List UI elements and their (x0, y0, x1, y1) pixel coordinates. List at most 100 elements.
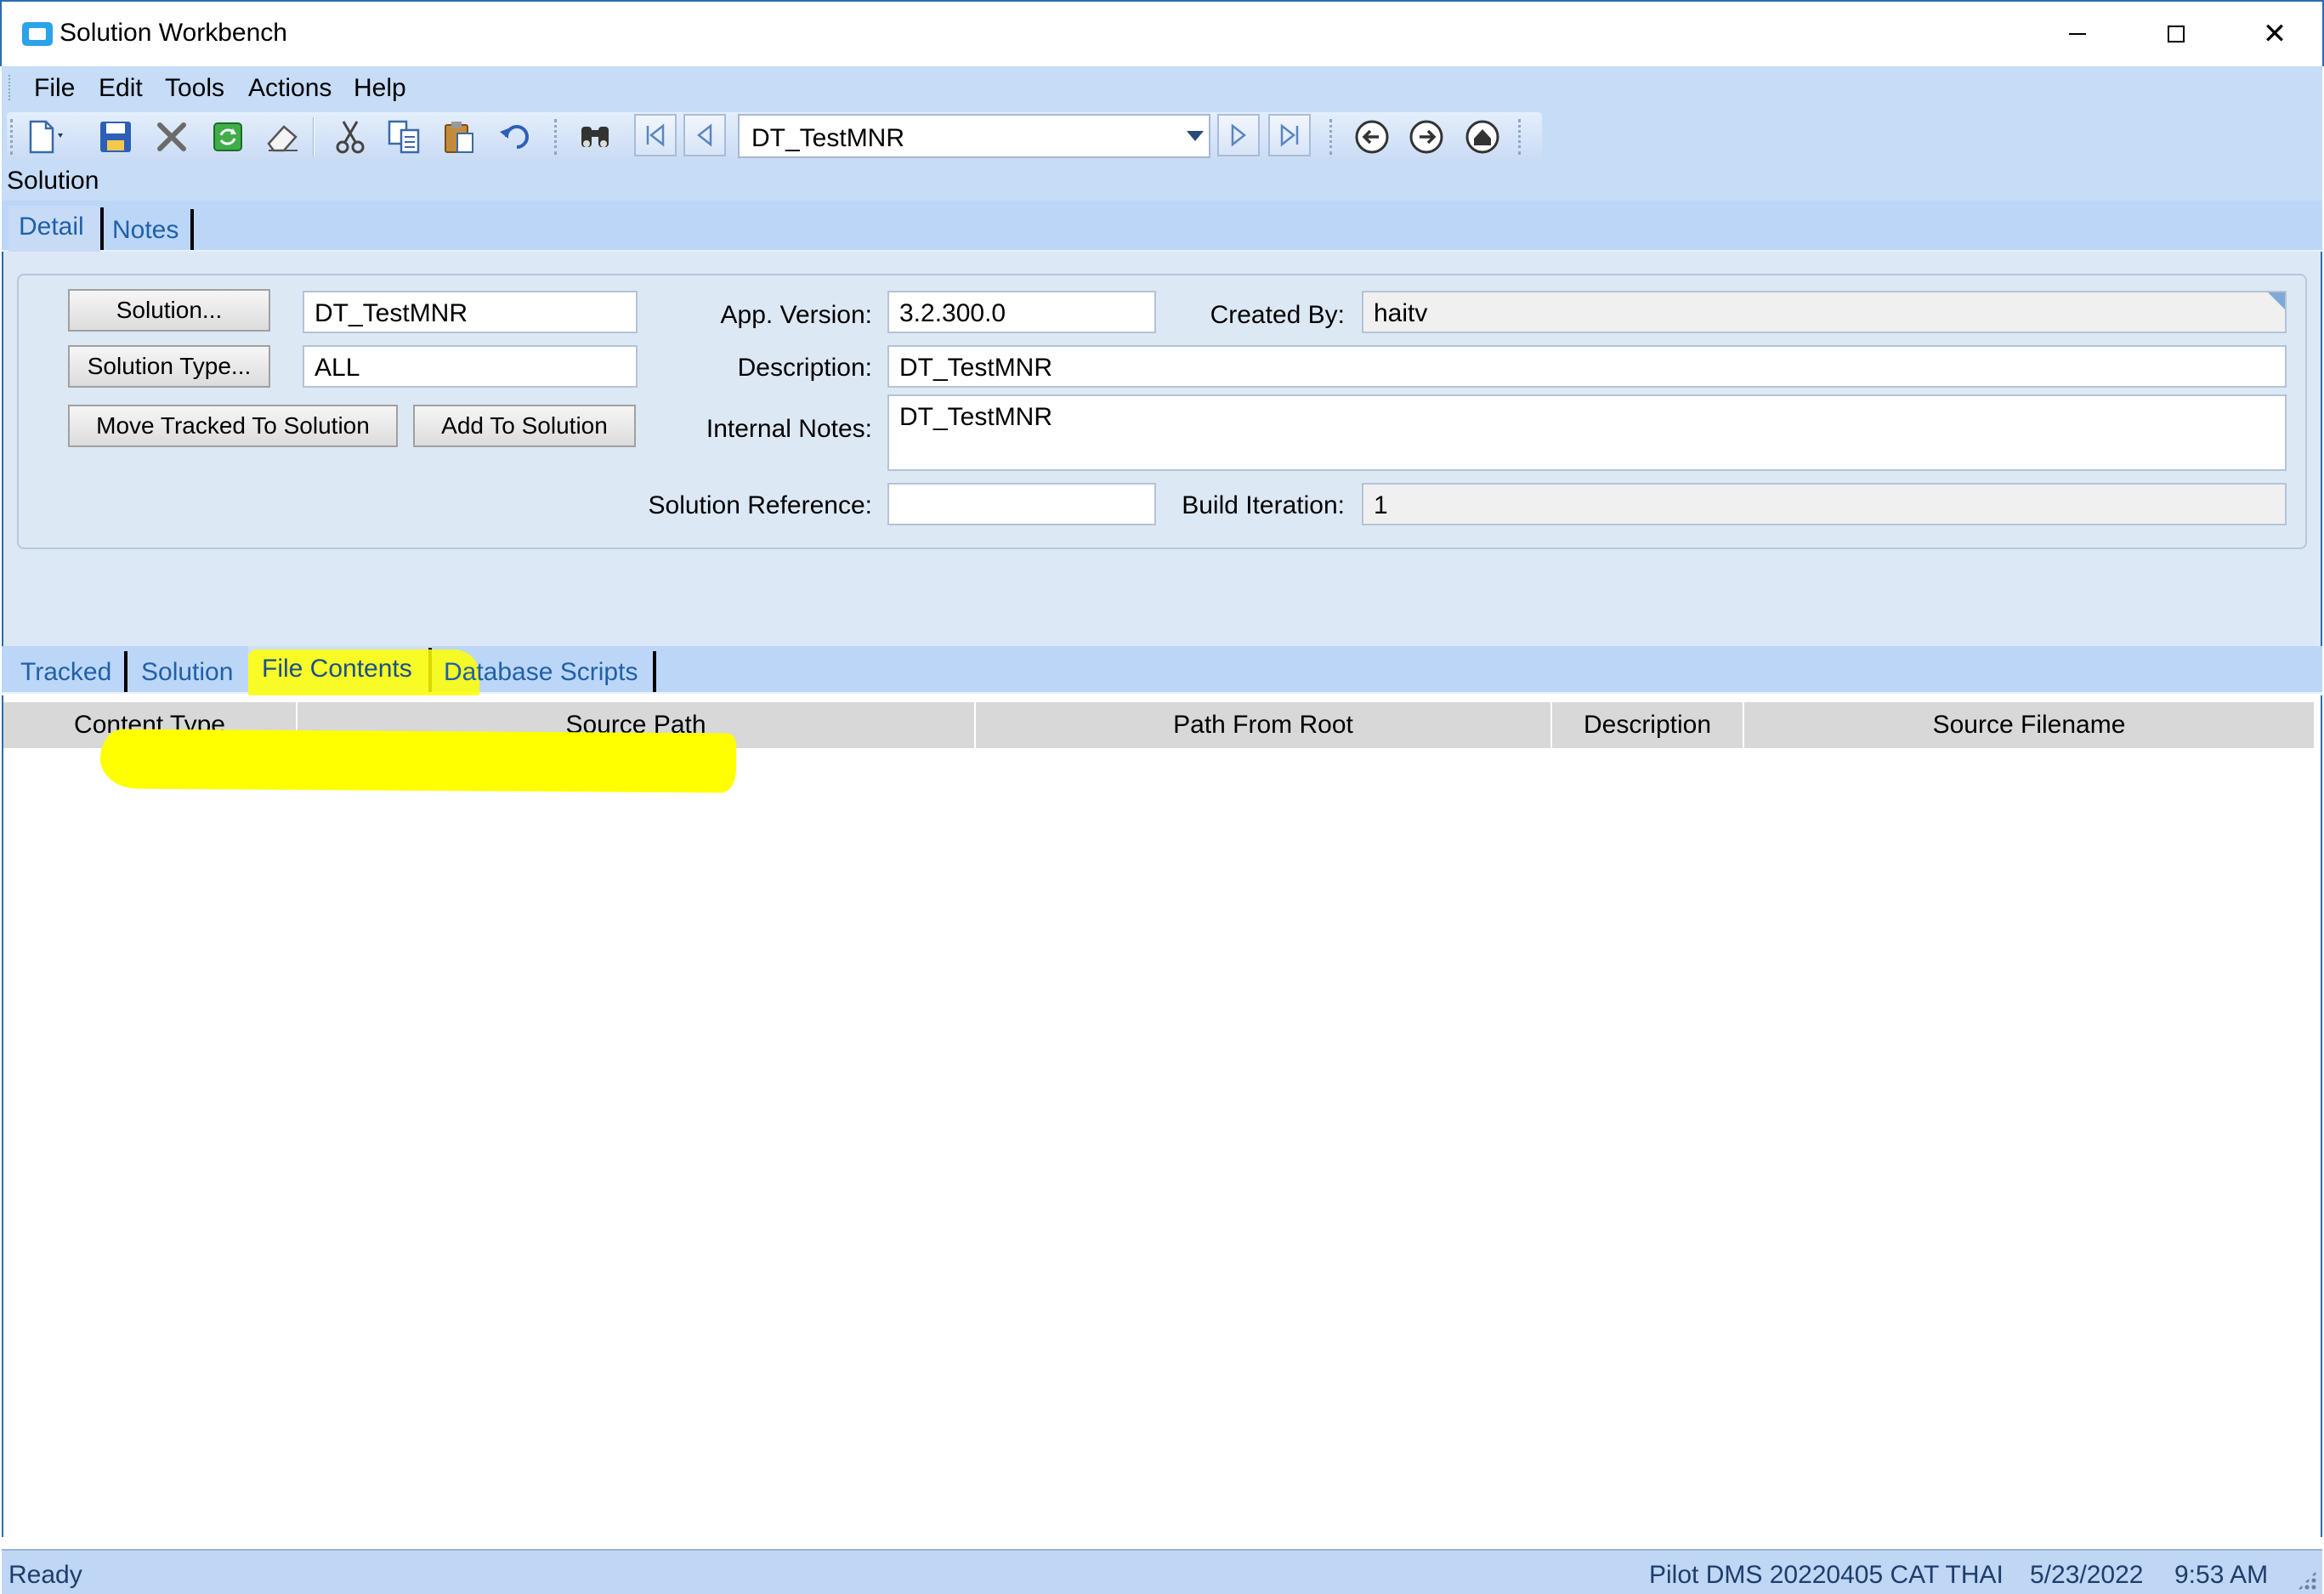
toolbar-grip (1329, 119, 1333, 155)
clear-button[interactable] (262, 117, 303, 156)
created-by-field: haitv (1362, 291, 2287, 333)
tab-solution[interactable]: Solution (141, 658, 233, 687)
build-iteration-field: 1 (1362, 483, 2287, 525)
status-date: 5/23/2022 (2030, 1561, 2144, 1589)
created-by-label: Created By: (1210, 301, 1345, 329)
record-selector-dropdown[interactable]: DT_TestMNR (738, 114, 1210, 158)
first-record-button[interactable] (634, 114, 677, 156)
status-text: Ready (9, 1561, 82, 1589)
file-contents-grid[interactable] (2, 695, 2322, 1537)
delete-button[interactable] (151, 117, 192, 156)
menu-actions[interactable]: Actions (248, 74, 332, 103)
back-button[interactable] (1352, 117, 1392, 156)
solution-lookup-button[interactable]: Solution... (68, 289, 270, 332)
resize-grip[interactable] (2297, 1570, 2317, 1591)
internal-notes-label: Internal Notes: (706, 415, 872, 443)
last-record-icon (1280, 123, 1299, 147)
first-record-icon (646, 123, 665, 147)
app-version-field[interactable]: 3.2.300.0 (887, 291, 1156, 333)
solution-type-button[interactable]: Solution Type... (68, 345, 270, 388)
last-record-button[interactable] (1268, 114, 1311, 156)
description-field[interactable]: DT_TestMNR (887, 345, 2287, 388)
move-tracked-to-solution-button[interactable]: Move Tracked To Solution (68, 405, 398, 447)
previous-record-button[interactable] (683, 114, 726, 156)
new-document-icon (29, 120, 63, 154)
save-button[interactable] (95, 117, 136, 156)
home-button[interactable] (1462, 117, 1503, 156)
minimize-icon (2069, 33, 2086, 35)
status-environment: Pilot DMS 20220405 CAT THAI (1649, 1561, 2004, 1589)
close-icon: ✕ (2262, 18, 2287, 50)
tab-file-contents[interactable]: File Contents (262, 655, 412, 684)
internal-notes-field[interactable]: DT_TestMNR (887, 394, 2287, 471)
refresh-icon (213, 122, 242, 151)
menu-grip (9, 75, 12, 100)
title-bar: Solution Workbench ✕ (0, 0, 2324, 66)
tab-detail[interactable]: Detail (19, 213, 84, 241)
solution-reference-field[interactable] (887, 483, 1156, 525)
solution-type-field[interactable]: ALL (303, 345, 638, 388)
tab-separator (100, 207, 104, 250)
status-time: 9:53 AM (2174, 1561, 2269, 1589)
column-header-description[interactable]: Description (1552, 702, 1744, 748)
corner-indicator (2268, 292, 2285, 309)
solution-reference-label: Solution Reference: (648, 491, 873, 519)
close-button[interactable]: ✕ (2225, 2, 2324, 66)
highlight-marker (99, 729, 737, 793)
toolbar-grip (554, 119, 558, 155)
detail-tab-bar: Detail Notes (2, 201, 2322, 252)
forward-button[interactable] (1406, 117, 1447, 156)
copy-icon (388, 120, 420, 154)
maximize-icon (2168, 26, 2185, 43)
record-selector-value: DT_TestMNR (751, 124, 905, 152)
menu-bar: File Edit Tools Actions Help (2, 66, 2322, 109)
toolbar-grip (1518, 119, 1522, 155)
back-icon (1355, 120, 1389, 154)
menu-tools[interactable]: Tools (165, 74, 224, 103)
paste-icon (445, 122, 473, 153)
next-record-icon (1231, 123, 1247, 147)
status-bar: Ready Pilot DMS 20220405 CAT THAI 5/23/2… (2, 1549, 2322, 1594)
find-binoculars-icon (581, 127, 609, 147)
refresh-button[interactable] (207, 117, 248, 156)
column-header-source-filename[interactable]: Source Filename (1744, 702, 2314, 748)
toolbar-grip (10, 119, 14, 155)
cut-icon (336, 121, 365, 154)
column-header-path-from-root[interactable]: Path From Root (976, 702, 1552, 748)
eraser-icon (267, 125, 298, 152)
copy-button[interactable] (384, 117, 425, 156)
tab-tracked[interactable]: Tracked (20, 658, 111, 687)
undo-icon (500, 125, 529, 149)
solution-name-field[interactable]: DT_TestMNR (303, 291, 638, 333)
previous-record-icon (696, 123, 712, 147)
menu-file[interactable]: File (34, 74, 75, 103)
tab-separator (190, 209, 194, 250)
undo-button[interactable] (495, 117, 536, 156)
created-by-value: haitv (1374, 299, 1428, 327)
tab-separator (124, 651, 128, 692)
description-label: Description: (737, 354, 872, 382)
app-version-label: App. Version: (720, 301, 872, 329)
window-title: Solution Workbench (60, 19, 287, 47)
minimize-button[interactable] (2028, 2, 2127, 66)
home-icon (1465, 120, 1499, 154)
section-title: Solution (7, 167, 99, 195)
app-icon (22, 22, 53, 46)
save-icon (100, 122, 131, 152)
paste-button[interactable] (439, 117, 479, 156)
add-to-solution-button[interactable]: Add To Solution (413, 405, 636, 447)
next-record-button[interactable] (1217, 114, 1260, 156)
cut-button[interactable] (330, 117, 371, 156)
delete-icon (157, 122, 186, 151)
tab-database-scripts[interactable]: Database Scripts (444, 658, 638, 687)
toolbar: DT_TestMNR (2, 109, 2322, 163)
maximize-button[interactable] (2127, 2, 2225, 66)
forward-icon (1409, 120, 1443, 154)
menu-edit[interactable]: Edit (99, 74, 143, 103)
menu-help[interactable]: Help (354, 74, 406, 103)
chevron-down-icon (1187, 131, 1204, 141)
find-button[interactable] (575, 117, 615, 156)
tab-separator (653, 651, 656, 692)
new-button[interactable] (24, 117, 65, 156)
tab-notes[interactable]: Notes (112, 216, 179, 245)
